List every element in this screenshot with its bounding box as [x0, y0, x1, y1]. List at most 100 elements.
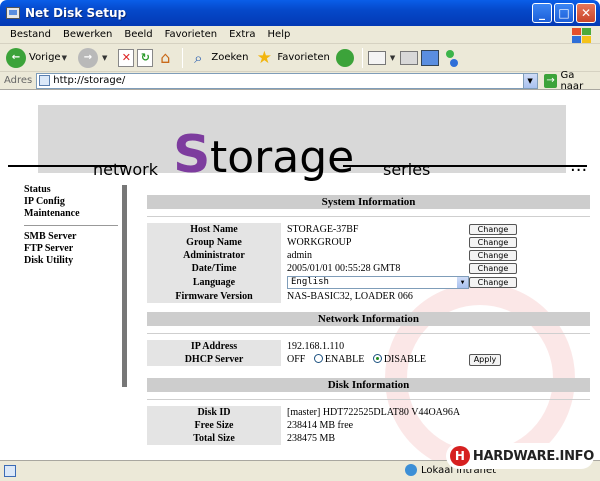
- page-content: network S torage series ... Status IP Co…: [0, 91, 600, 460]
- administrator-row: Administrator admin Change: [147, 249, 590, 262]
- sidebar-item-disk-utility[interactable]: Disk Utility: [24, 255, 124, 267]
- hardware-info-text: HARDWARE.INFO: [472, 448, 594, 464]
- banner-underline: [8, 165, 126, 167]
- group-name-row: Group Name WORKGROUP Change: [147, 236, 590, 249]
- free-size-row: Free Size 238414 MB free: [147, 419, 590, 432]
- language-row: Language English ▼ Change: [147, 275, 590, 290]
- chevron-down-icon[interactable]: ▼: [390, 54, 395, 62]
- ip-address-label: IP Address: [147, 340, 281, 353]
- banner-series: series: [383, 160, 431, 179]
- change-language-button[interactable]: Change: [469, 277, 517, 288]
- section-rule: [147, 333, 590, 334]
- sidebar-item-status[interactable]: Status: [24, 184, 124, 196]
- menu-beeld[interactable]: Beeld: [118, 29, 158, 40]
- window-title: Net Disk Setup: [25, 6, 127, 20]
- sidebar-nav: Status IP Config Maintenance SMB Server …: [24, 184, 124, 267]
- star-icon: ★: [256, 47, 273, 68]
- firmware-row: Firmware Version NAS-BASIC32, LOADER 066: [147, 290, 590, 303]
- menu-help[interactable]: Help: [262, 29, 297, 40]
- back-arrow-icon: ←: [6, 47, 26, 68]
- firmware-value: NAS-BASIC32, LOADER 066: [287, 291, 413, 302]
- total-size-label: Total Size: [147, 432, 281, 445]
- disk-id-label: Disk ID: [147, 406, 281, 419]
- close-button[interactable]: ✕: [576, 3, 596, 23]
- sidebar-scroll-bar: [122, 185, 127, 387]
- group-name-value: WORKGROUP: [287, 237, 352, 248]
- forward-button[interactable]: → ▼: [77, 47, 112, 68]
- sidebar-item-maintenance[interactable]: Maintenance: [24, 208, 124, 220]
- favorites-label: Favorieten: [277, 52, 330, 63]
- change-host-name-button[interactable]: Change: [469, 224, 517, 235]
- enable-label: ENABLE: [324, 354, 365, 365]
- sidebar-item-smb-server[interactable]: SMB Server: [24, 231, 124, 243]
- change-administrator-button[interactable]: Change: [469, 250, 517, 261]
- search-label: Zoeken: [211, 52, 249, 63]
- refresh-icon[interactable]: ↻: [137, 48, 154, 67]
- menu-extra[interactable]: Extra: [223, 29, 261, 40]
- hardware-info-logo: H HARDWARE.INFO: [446, 443, 594, 469]
- ip-address-row: IP Address 192.168.1.110: [147, 340, 590, 353]
- network-info-header: Network Information: [147, 312, 590, 326]
- print-icon[interactable]: [400, 50, 419, 65]
- search-button[interactable]: ⌕ Zoeken: [188, 48, 248, 68]
- mail-icon[interactable]: [367, 50, 386, 65]
- favorites-button[interactable]: ★ Favorieten: [254, 47, 330, 68]
- menu-bestand[interactable]: Bestand: [4, 29, 57, 40]
- chevron-down-icon[interactable]: ▼: [522, 73, 537, 88]
- language-select[interactable]: English ▼: [287, 276, 469, 289]
- language-selected: English: [291, 277, 329, 287]
- edit-icon[interactable]: [421, 49, 440, 66]
- address-input[interactable]: http://storage/ ▼: [36, 72, 538, 89]
- firmware-label: Firmware Version: [147, 290, 281, 303]
- banner-logo-s: S: [173, 125, 211, 185]
- section-rule: [147, 216, 590, 217]
- system-info-header: System Information: [147, 195, 590, 209]
- disk-id-value: [master] HDT722525DLAT80 V44OA96A: [287, 407, 461, 418]
- datetime-value: 2005/01/01 00:55:28 GMT8: [287, 263, 401, 274]
- banner-logo-torage: torage: [210, 132, 355, 183]
- dhcp-label: DHCP Server: [147, 353, 281, 366]
- forward-arrow-icon: →: [77, 47, 98, 68]
- change-datetime-button[interactable]: Change: [469, 263, 517, 274]
- main-panel: System Information Host Name STORAGE-37B…: [147, 195, 590, 445]
- go-arrow-icon: →: [543, 73, 558, 88]
- address-url: http://storage/: [53, 75, 126, 86]
- page-icon: [39, 75, 51, 86]
- messenger-icon[interactable]: [442, 49, 460, 67]
- datetime-label: Date/Time: [147, 262, 281, 275]
- enable-radio[interactable]: [313, 354, 323, 363]
- history-icon[interactable]: [335, 48, 354, 67]
- sidebar-divider: [24, 225, 118, 226]
- sidebar-item-ip-config[interactable]: IP Config: [24, 196, 124, 208]
- menu-bar: Bestand Bewerken Beeld Favorieten Extra …: [0, 26, 600, 44]
- toolbar-separator: [182, 47, 184, 68]
- disk-id-row: Disk ID [master] HDT722525DLAT80 V44OA96…: [147, 406, 590, 419]
- menu-bewerken[interactable]: Bewerken: [57, 29, 118, 40]
- administrator-label: Administrator: [147, 249, 281, 262]
- change-group-name-button[interactable]: Change: [469, 237, 517, 248]
- windows-logo-icon: [570, 27, 592, 43]
- free-size-value: 238414 MB free: [287, 420, 354, 431]
- disable-label: DISABLE: [383, 354, 427, 365]
- stop-icon[interactable]: ✕: [118, 48, 135, 67]
- maximize-button[interactable]: □: [554, 3, 574, 23]
- section-rule: [147, 399, 590, 400]
- chevron-down-icon[interactable]: ▼: [102, 54, 107, 62]
- chevron-down-icon[interactable]: ▼: [62, 54, 67, 62]
- apply-button[interactable]: Apply: [469, 354, 501, 366]
- dhcp-options: OFF ENABLE DISABLE: [287, 353, 426, 366]
- go-button[interactable]: → Ga naar: [543, 70, 600, 92]
- dhcp-state: OFF: [287, 354, 306, 365]
- search-icon: ⌕: [194, 48, 203, 67]
- menu-favorieten[interactable]: Favorieten: [159, 29, 223, 40]
- disable-radio[interactable]: [372, 354, 382, 363]
- app-icon: [6, 7, 20, 19]
- administrator-value: admin: [287, 250, 312, 261]
- address-bar: Adres http://storage/ ▼ → Ga naar: [0, 70, 600, 92]
- window-controls: _ □ ✕: [532, 3, 596, 23]
- sidebar-item-ftp-server[interactable]: FTP Server: [24, 243, 124, 255]
- banner-network: network: [93, 160, 158, 179]
- home-icon[interactable]: ⌂: [156, 48, 174, 67]
- minimize-button[interactable]: _: [532, 3, 552, 23]
- back-button[interactable]: ← Vorige ▼: [6, 47, 72, 68]
